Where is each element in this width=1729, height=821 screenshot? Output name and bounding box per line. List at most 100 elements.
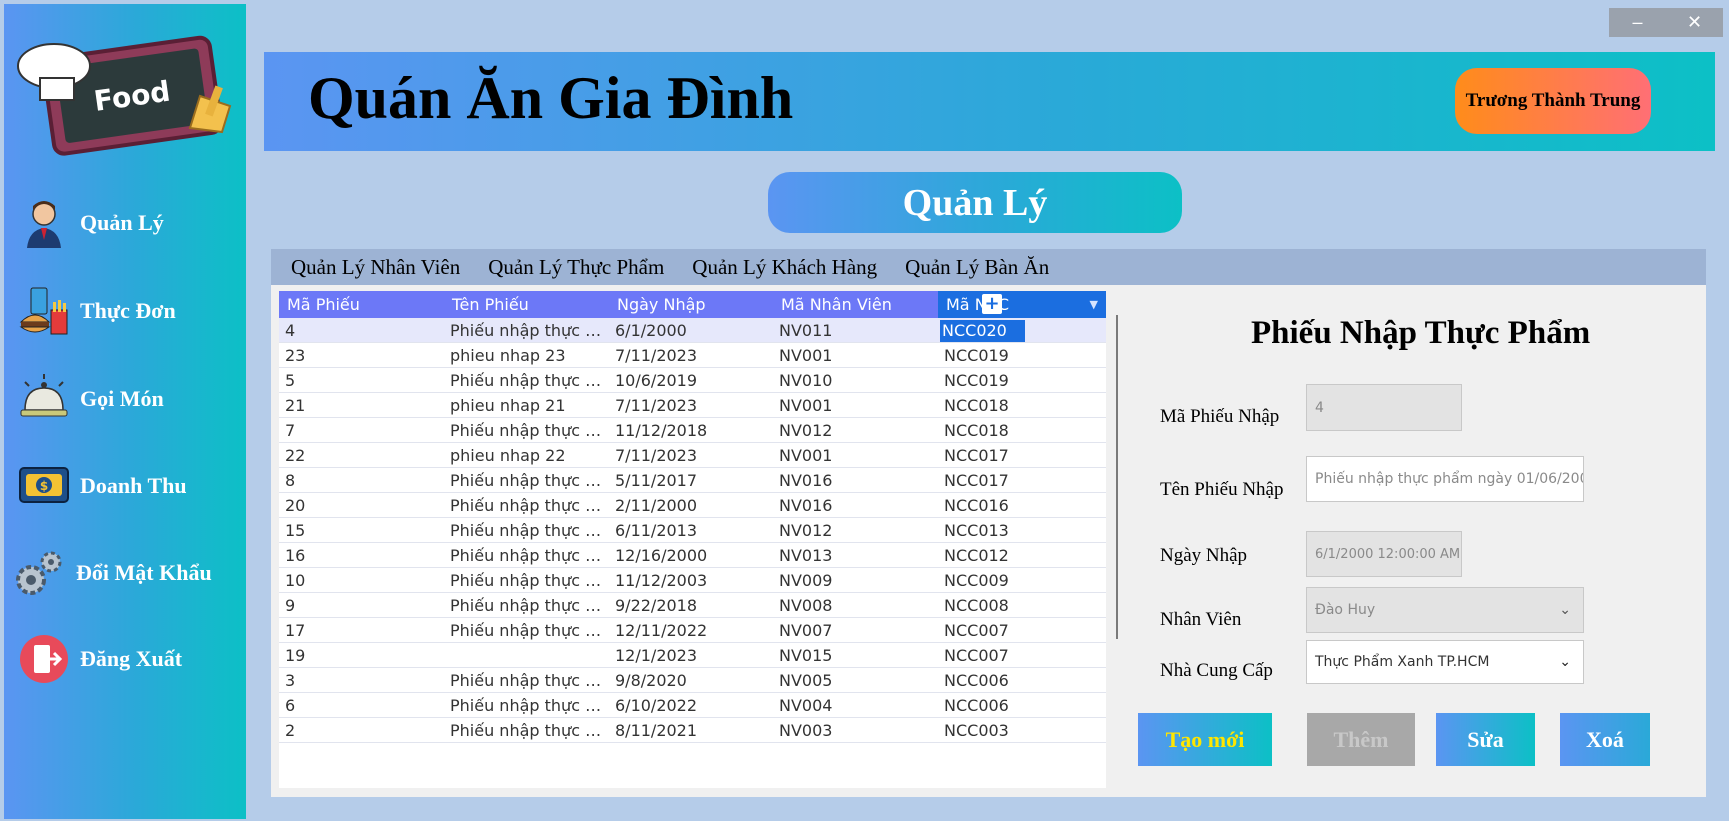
cell-ma-phieu[interactable]: 15 — [279, 518, 444, 543]
cell-ma-ncc[interactable]: NCC003 — [938, 718, 1106, 743]
cell-ngay-nhap[interactable]: 8/11/2021 — [609, 718, 773, 743]
cell-ma-ncc[interactable]: NCC018 — [938, 418, 1106, 443]
cell-ma-ncc[interactable]: NCC020 — [938, 318, 1106, 343]
cell-ma-phieu[interactable]: 17 — [279, 618, 444, 643]
sidebar-item-quan-ly[interactable]: Quản Lý — [14, 192, 240, 254]
nhan-vien-select[interactable]: Đào Huy ⌄ — [1306, 587, 1584, 633]
cell-ma-phieu[interactable]: 19 — [279, 643, 444, 668]
cell-ma-nhan-vien[interactable]: NV004 — [773, 693, 938, 718]
sidebar-item-thuc-don[interactable]: Thực Đơn — [14, 280, 240, 342]
cell-ngay-nhap[interactable]: 6/10/2022 — [609, 693, 773, 718]
table-row[interactable]: 21 phieu nhap 21 7/11/2023 NV001 NCC018 — [279, 393, 1106, 418]
table-row[interactable]: 2 Phiếu nhập thực p... 8/11/2021 NV003 NCC00… — [279, 718, 1106, 743]
cell-ma-nhan-vien[interactable]: NV012 — [773, 518, 938, 543]
cell-ma-phieu[interactable]: 10 — [279, 568, 444, 593]
cell-ma-phieu[interactable]: 3 — [279, 668, 444, 693]
cell-ngay-nhap[interactable]: 12/11/2022 — [609, 618, 773, 643]
column-header-ma-nhan-vien[interactable]: Mã Nhân Viên — [773, 291, 938, 318]
cell-ten-phieu[interactable]: phieu nhap 21 — [444, 393, 609, 418]
cell-ma-phieu[interactable]: 6 — [279, 693, 444, 718]
column-header-ma-phieu[interactable]: Mã Phiếu — [279, 291, 444, 318]
table-row[interactable]: 10 Phiếu nhập thực p... 11/12/2003 NV009 NCC… — [279, 568, 1106, 593]
cell-ten-phieu[interactable]: Phiếu nhập thực p... — [444, 668, 609, 693]
cell-ngay-nhap[interactable]: 11/12/2003 — [609, 568, 773, 593]
menu-quan-ly-nhan-vien[interactable]: Quản Lý Nhân Viên — [291, 255, 460, 280]
cell-ten-phieu[interactable]: Phiếu nhập thực p... — [444, 543, 609, 568]
cell-ma-phieu[interactable]: 7 — [279, 418, 444, 443]
cell-ma-nhan-vien[interactable]: NV012 — [773, 418, 938, 443]
cell-ma-nhan-vien[interactable]: NV013 — [773, 543, 938, 568]
cell-ten-phieu[interactable]: phieu nhap 22 — [444, 443, 609, 468]
cell-ngay-nhap[interactable]: 6/1/2000 — [609, 318, 773, 343]
cell-ten-phieu[interactable]: Phiếu nhập thực p... — [444, 318, 609, 343]
cell-ma-phieu[interactable]: 9 — [279, 593, 444, 618]
cell-ten-phieu[interactable]: Phiếu nhập thực p... — [444, 518, 609, 543]
table-row[interactable]: 5 Phiếu nhập thực p... 10/6/2019 NV010 NCC01… — [279, 368, 1106, 393]
cell-ma-ncc[interactable]: NCC012 — [938, 543, 1106, 568]
cell-ma-phieu[interactable]: 20 — [279, 493, 444, 518]
cell-ma-phieu[interactable]: 23 — [279, 343, 444, 368]
cell-ma-nhan-vien[interactable]: NV008 — [773, 593, 938, 618]
cell-ma-ncc[interactable]: NCC017 — [938, 443, 1106, 468]
cell-ma-nhan-vien[interactable]: NV009 — [773, 568, 938, 593]
cell-ma-ncc[interactable]: NCC007 — [938, 618, 1106, 643]
cell-ten-phieu[interactable]: Phiếu nhập thực p... — [444, 368, 609, 393]
nha-cung-cap-select[interactable]: Thực Phẩm Xanh TP.HCM ⌄ — [1306, 640, 1584, 684]
table-row[interactable]: 23 phieu nhap 23 7/11/2023 NV001 NCC019 — [279, 343, 1106, 368]
cell-ma-ncc[interactable]: NCC007 — [938, 643, 1106, 668]
cell-ma-nhan-vien[interactable]: NV010 — [773, 368, 938, 393]
menu-quan-ly-khach-hang[interactable]: Quản Lý Khách Hàng — [692, 255, 877, 280]
cell-ngay-nhap[interactable]: 7/11/2023 — [609, 343, 773, 368]
them-button[interactable]: Thêm — [1307, 713, 1415, 766]
cell-ten-phieu[interactable]: Phiếu nhập thực p... — [444, 618, 609, 643]
cell-ma-nhan-vien[interactable]: NV005 — [773, 668, 938, 693]
sidebar-item-goi-mon[interactable]: Gọi Món — [14, 368, 240, 430]
cell-ma-nhan-vien[interactable]: NV016 — [773, 468, 938, 493]
sort-dropdown-icon[interactable]: ▼ — [1090, 291, 1098, 318]
cell-ngay-nhap[interactable]: 6/11/2013 — [609, 518, 773, 543]
cell-ma-ncc[interactable]: NCC013 — [938, 518, 1106, 543]
cell-ten-phieu[interactable]: Phiếu nhập thực p... — [444, 693, 609, 718]
minimize-button[interactable]: – — [1609, 8, 1666, 37]
cell-ten-phieu[interactable]: Phiếu nhập thực p... — [444, 418, 609, 443]
cell-ngay-nhap[interactable]: 10/6/2019 — [609, 368, 773, 393]
cell-ma-ncc[interactable]: NCC018 — [938, 393, 1106, 418]
cell-ma-ncc[interactable]: NCC009 — [938, 568, 1106, 593]
user-button[interactable]: Trương Thành Trung — [1455, 68, 1651, 134]
cell-ma-nhan-vien[interactable]: NV003 — [773, 718, 938, 743]
cell-ma-phieu[interactable]: 21 — [279, 393, 444, 418]
table-row[interactable]: 16 Phiếu nhập thực p... 12/16/2000 NV013 NCC… — [279, 543, 1106, 568]
table-row[interactable]: 20 Phiếu nhập thực p... 2/11/2000 NV016 NCC0… — [279, 493, 1106, 518]
column-header-ngay-nhap[interactable]: Ngày Nhập — [609, 291, 773, 318]
cell-ma-ncc[interactable]: NCC008 — [938, 593, 1106, 618]
cell-ma-ncc[interactable]: NCC006 — [938, 668, 1106, 693]
sidebar-item-doanh-thu[interactable]: $ Doanh Thu — [14, 455, 240, 517]
cell-ma-phieu[interactable]: 4 — [279, 318, 444, 343]
cell-ma-nhan-vien[interactable]: NV011 — [773, 318, 938, 343]
table-row[interactable]: 8 Phiếu nhập thực p... 5/11/2017 NV016 NCC01… — [279, 468, 1106, 493]
cell-ma-nhan-vien[interactable]: NV015 — [773, 643, 938, 668]
table-row[interactable]: 22 phieu nhap 22 7/11/2023 NV001 NCC017 — [279, 443, 1106, 468]
cell-ma-ncc[interactable]: NCC017 — [938, 468, 1106, 493]
cell-ngay-nhap[interactable]: 12/1/2023 — [609, 643, 773, 668]
column-header-ma-ncc[interactable]: Mã NCC + ▼ — [938, 291, 1106, 318]
cell-ngay-nhap[interactable]: 7/11/2023 — [609, 393, 773, 418]
cell-ngay-nhap[interactable]: 12/16/2000 — [609, 543, 773, 568]
sidebar-item-dang-xuat[interactable]: Đăng Xuất — [14, 628, 240, 690]
cell-ngay-nhap[interactable]: 2/11/2000 — [609, 493, 773, 518]
sidebar-item-doi-mat-khau[interactable]: Đổi Mật Khẩu — [10, 542, 236, 604]
table-row[interactable]: 15 Phiếu nhập thực p... 6/11/2013 NV012 NCC0… — [279, 518, 1106, 543]
cell-ten-phieu[interactable]: Phiếu nhập thực p... — [444, 493, 609, 518]
xoa-button[interactable]: Xoá — [1560, 713, 1650, 766]
table-row[interactable]: 6 Phiếu nhập thực p... 6/10/2022 NV004 NCC00… — [279, 693, 1106, 718]
cell-ma-ncc[interactable]: NCC019 — [938, 343, 1106, 368]
cell-ma-phieu[interactable]: 22 — [279, 443, 444, 468]
cell-ten-phieu[interactable]: Phiếu nhập thực p... — [444, 718, 609, 743]
ma-phieu-field[interactable]: 4 — [1306, 384, 1462, 431]
cell-ngay-nhap[interactable]: 5/11/2017 — [609, 468, 773, 493]
tao-moi-button[interactable]: Tạo mới — [1138, 713, 1272, 766]
cell-ma-ncc[interactable]: NCC019 — [938, 368, 1106, 393]
cell-ma-ncc[interactable]: NCC006 — [938, 693, 1106, 718]
cell-ma-phieu[interactable]: 5 — [279, 368, 444, 393]
cell-ten-phieu[interactable]: Phiếu nhập thực p... — [444, 468, 609, 493]
